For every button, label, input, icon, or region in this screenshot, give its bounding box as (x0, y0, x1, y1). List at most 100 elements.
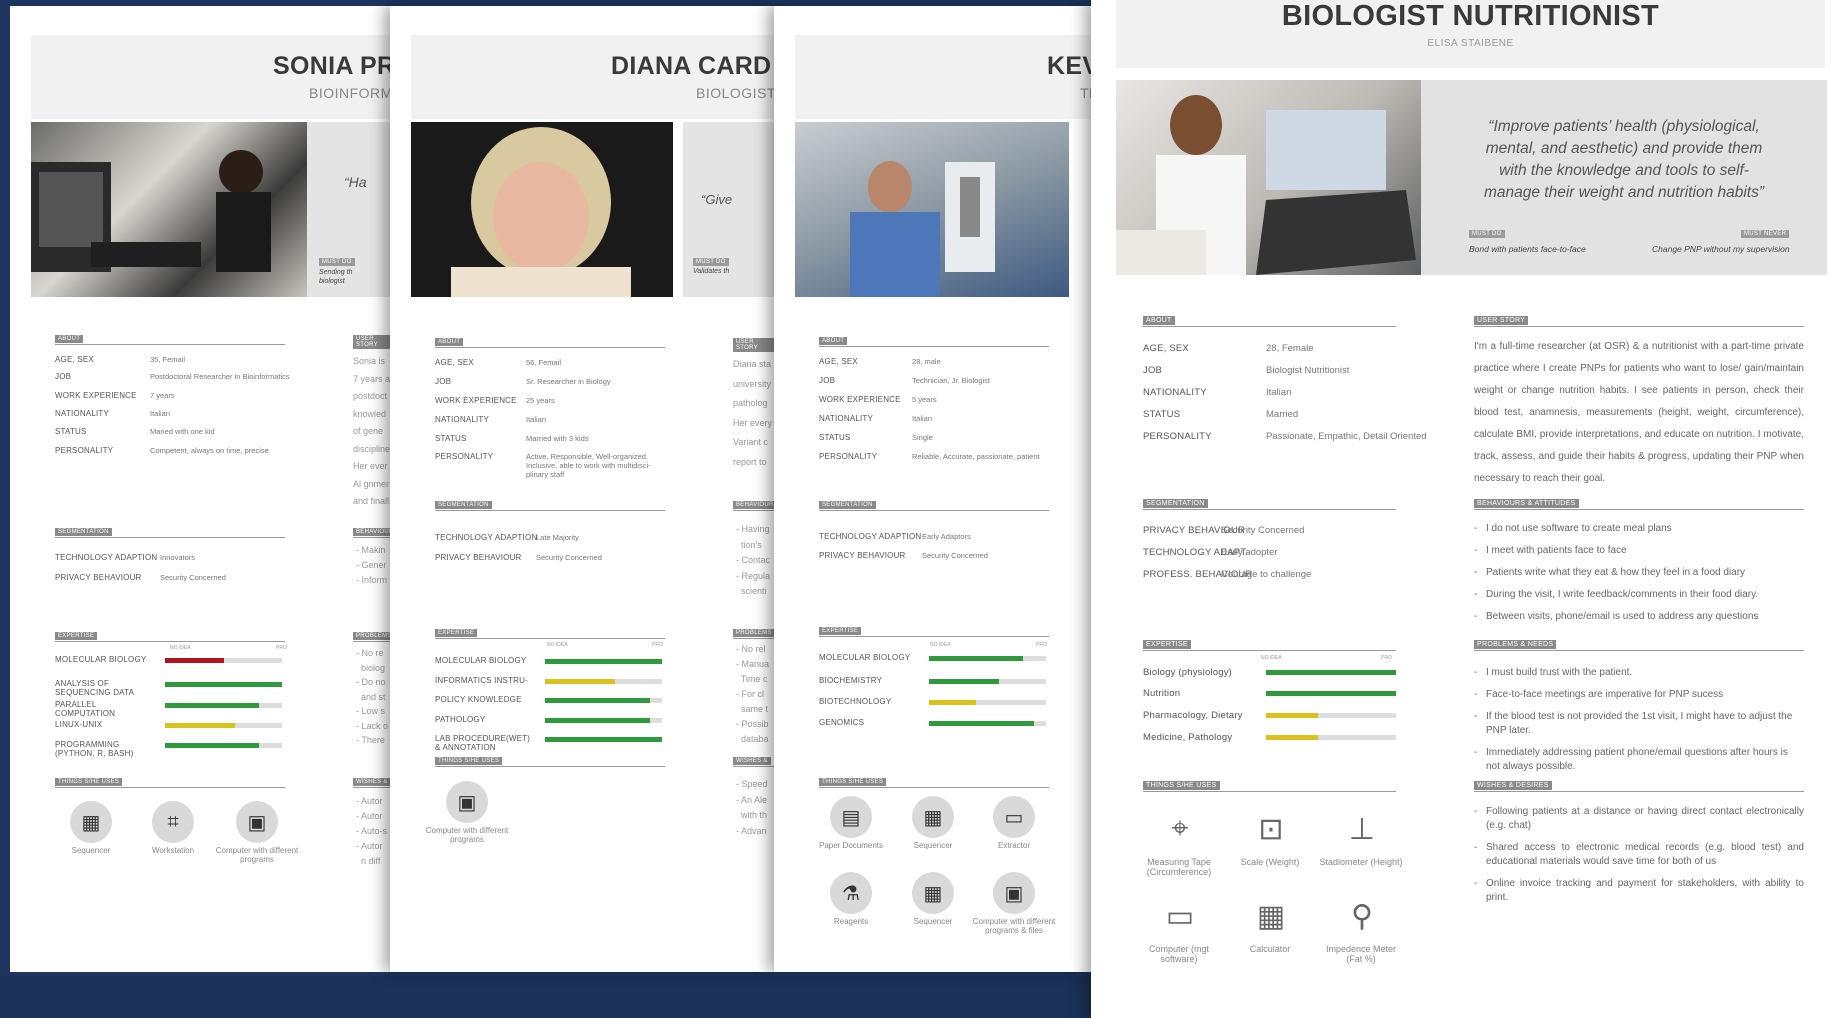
expertise-bar-fill (165, 703, 259, 708)
text-fragment-line: - Gener (356, 560, 387, 570)
persona-photo (1116, 80, 1421, 275)
about-value: 28, male (912, 357, 941, 366)
persona-card-kevin: KEVIN TE ABOUT SEGMENTATION EXPERTISE NO… (774, 6, 1091, 972)
about-key: PERSONALITY (1143, 431, 1212, 442)
expertise-bar (545, 659, 662, 664)
expertise-bar-fill (929, 656, 1023, 661)
text-fragment-line: Sonia is (353, 356, 386, 366)
about-key: JOB (819, 376, 836, 385)
must-do-label: MUST DO (319, 258, 355, 266)
scale-low-label: NO IDEA (170, 645, 191, 651)
about-key: WORK EXPERIENCE (55, 391, 137, 400)
segmentation-value: Security Concerned (160, 573, 226, 582)
about-section: ABOUT (55, 335, 285, 345)
about-value: Passionate, Empathic, Detail Oriented (1266, 431, 1427, 442)
computer-icon: ▭ (1165, 899, 1195, 933)
problems-fragment: - No re biolog - Do no and st - Low s - Lac… (356, 646, 388, 748)
expertise-bar (1266, 691, 1396, 696)
card-header: BIOLOGIST NUTRITIONIST ELISA STAIBENE (1116, 0, 1825, 68)
wishes-fragment: - Autor - Autor - Auto-s - Autor n diff (356, 794, 387, 869)
text-fragment-line: tion's (736, 539, 762, 550)
wishes-section: WISHES & (353, 778, 390, 788)
about-key: PERSONALITY (55, 446, 114, 455)
calculator-icon: ▦ (1256, 899, 1286, 933)
text-fragment-line: - No re (356, 648, 384, 658)
about-value: Competent, always on time, precise (150, 446, 269, 455)
expertise-bar (545, 698, 662, 703)
scale-low-label: NO IDEA (547, 642, 568, 648)
segmentation-key: TECHNOLOGY ADAPTION (819, 532, 922, 541)
segmentation-value: Early Adaptors (922, 532, 971, 541)
text-fragment-line: - Auto-s (356, 826, 388, 836)
expertise-bar (545, 679, 662, 684)
about-key: STATUS (1143, 409, 1181, 420)
expertise-key: Biology (physiology) (1143, 667, 1233, 678)
thing-label: Sequencer (71, 846, 111, 855)
persona-role: BIOINFORMATIC (309, 85, 390, 101)
must-never-text: Change PNP without my supervision (1652, 244, 1790, 254)
about-key: PERSONALITY (819, 452, 878, 461)
things-section: THINGS S/HE USES (819, 778, 1049, 788)
computer-icon: ▣ (446, 781, 488, 823)
behaviours-list: I do not use software to create meal pla… (1474, 522, 1804, 632)
card-header: KEVIN TE (795, 35, 1091, 119)
bullet-item: Immediately addressing patient phone/ema… (1474, 746, 1804, 774)
impedence-meter-icon: ⚲ (1351, 899, 1373, 933)
text-fragment-line: - Makin (356, 545, 386, 555)
scale-high-label: PRO (1381, 655, 1392, 661)
scale-icon: ⊡ (1258, 812, 1284, 846)
about-key: STATUS (55, 427, 87, 436)
persona-role: BIOLOGIST (696, 85, 774, 101)
bullet-item: I must build trust with the patient. (1474, 666, 1804, 680)
must-do-label: MUST DO (693, 258, 729, 266)
expertise-section: EXPERTISE (1143, 640, 1396, 651)
about-value: Maried with one kid (150, 427, 215, 436)
expertise-bar (165, 682, 282, 687)
segmentation-value: Security Concerned (1221, 525, 1305, 536)
expertise-key: Pharmacology, Dietary (1143, 710, 1243, 721)
expertise-key: ANALYSIS OF SEQUENCING DATA (55, 679, 135, 697)
text-fragment-line: and st (356, 691, 386, 702)
scale-high-label: PRO (652, 642, 663, 648)
expertise-key: GENOMICS (819, 718, 865, 727)
quote-panel: “Give MUST DO Validates th (683, 122, 774, 297)
bullet-item: Shared access to electronic medical reco… (1474, 841, 1804, 869)
expertise-bar (1266, 735, 1396, 740)
behaviours-section: BEHAVIOURS (353, 528, 390, 538)
expertise-bar (165, 658, 282, 663)
expertise-key: POLICY KNOWLEDGE (435, 695, 522, 704)
computer-icon: ▣ (993, 872, 1035, 914)
scale-low-label: NO IDEA (930, 642, 951, 648)
persona-name: KEVIN (1047, 52, 1091, 80)
computer-icon: ▣ (236, 801, 278, 843)
thing-label: Extractor (997, 841, 1030, 850)
persona-photo (411, 122, 673, 297)
expertise-bar (545, 737, 662, 742)
expertise-bar-fill (929, 700, 976, 705)
expertise-section: EXPERTISE (55, 632, 285, 642)
sequencer-icon: ▦ (912, 796, 954, 838)
text-fragment-line: Time c (736, 674, 768, 684)
text-fragment-line: - Speed (736, 779, 768, 789)
expertise-bar (929, 656, 1046, 661)
text-fragment-line: Variant c (733, 437, 768, 447)
expertise-key: PROGRAMMING (PYTHON, R, BASH) (55, 740, 134, 758)
quote-panel: “Ha MUST DO Sending th biologist (307, 122, 390, 297)
expertise-key: PATHOLOGY (435, 715, 486, 724)
segmentation-key: TECHNOLOGY ADAPTION (55, 553, 158, 562)
about-key: NATIONALITY (435, 415, 490, 424)
expertise-key: Nutrition (1143, 688, 1181, 699)
about-value: 7 years (150, 391, 175, 400)
about-key: JOB (435, 377, 452, 386)
about-key: WORK EXPERIENCE (819, 395, 901, 404)
about-key: STATUS (435, 434, 467, 443)
expertise-bar-fill (1266, 713, 1318, 718)
persona-card-diana: DIANA CARD BIOLOGIST “Give MUST DO Valid… (390, 6, 774, 972)
segmentation-section: SEGMENTATION (819, 501, 1049, 511)
text-fragment-line: - Autor (356, 796, 383, 806)
expertise-bar (165, 743, 282, 748)
bullet-item: Following patients at a distance or havi… (1474, 805, 1804, 833)
expertise-key: LAB PROCEDURE(WET) & ANNOTATION (435, 734, 531, 752)
text-fragment-line: - Inform (356, 575, 388, 585)
text-fragment-line: - Lack o (356, 720, 389, 731)
